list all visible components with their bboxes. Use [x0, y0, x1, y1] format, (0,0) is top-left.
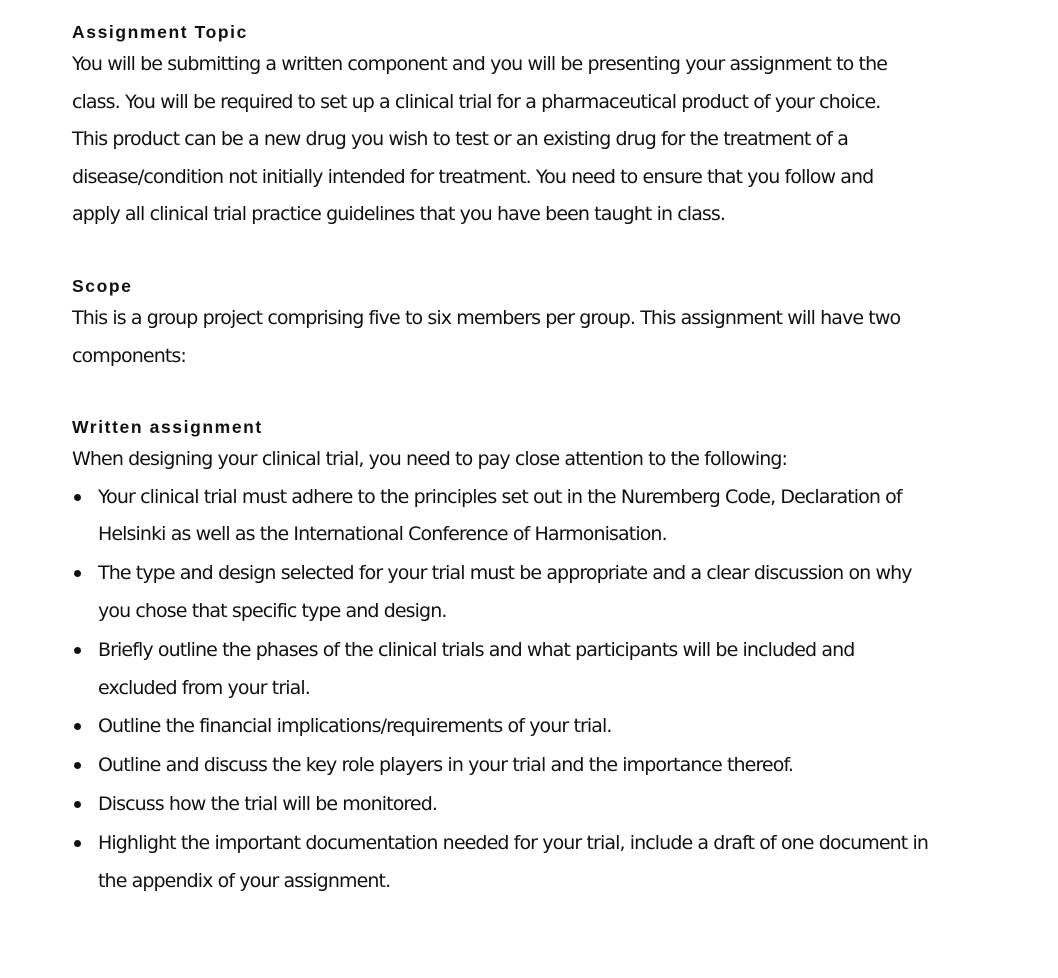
bullet-icon	[74, 493, 81, 501]
list-item-line: excluded from your trial.	[98, 676, 311, 699]
bullet-icon	[74, 801, 81, 809]
paragraph-line: apply all clinical trial practice guidel…	[72, 203, 726, 226]
section-heading: Written assignment	[72, 417, 263, 438]
paragraph-line: class. You will be required to set up a …	[72, 90, 881, 113]
list-item-line: you chose that specific type and design.	[98, 599, 447, 622]
paragraph-line: This is a group project comprising five …	[72, 306, 901, 329]
list-item-line: Outline the financial implications/requi…	[98, 715, 612, 738]
list-item: Highlight the important documentation ne…	[72, 825, 1032, 900]
paragraph-line: When designing your clinical trial, you …	[72, 448, 788, 471]
list-item: The type and design selected for your tr…	[72, 555, 1032, 630]
bullet-icon	[74, 646, 81, 654]
bullet-icon	[74, 840, 81, 848]
bullet-icon	[74, 762, 81, 770]
list-item-line: Discuss how the trial will be monitored.	[98, 793, 438, 816]
paragraph-line: This product can be a new drug you wish …	[72, 128, 849, 151]
paragraph-line: You will be submitting a written compone…	[72, 53, 888, 75]
bullet-icon	[74, 570, 81, 578]
list-item-line: Highlight the important documentation ne…	[98, 832, 929, 855]
list-item-line: Briefly outline the phases of the clinic…	[98, 638, 855, 661]
document-page: Assignment Topic You will be submitting …	[72, 18, 1032, 902]
paragraph-line: disease/condition not initially intended…	[72, 165, 874, 188]
section-heading: Assignment Topic	[72, 22, 248, 42]
section-written-assignment: Written assignment When designing your c…	[72, 413, 1032, 900]
written-intro: When designing your clinical trial, you …	[72, 441, 1032, 479]
list-item-line: The type and design selected for your tr…	[98, 562, 912, 585]
requirements-list: Your clinical trial must adhere to the p…	[72, 479, 1032, 901]
section-heading: Scope	[72, 275, 133, 296]
section-assignment-topic: Assignment Topic You will be submitting …	[72, 18, 1032, 234]
section-scope: Scope This is a group project comprising…	[72, 272, 1032, 375]
list-item: Briefly outline the phases of the clinic…	[72, 632, 1032, 707]
list-item: Your clinical trial must adhere to the p…	[72, 479, 1032, 554]
paragraph-line: components:	[72, 344, 187, 367]
list-item: Outline and discuss the key role players…	[72, 747, 1032, 785]
list-item-line: Helsinki as well as the International Co…	[98, 523, 668, 546]
list-item-line: Your clinical trial must adhere to the p…	[98, 485, 903, 508]
list-item-line: Outline and discuss the key role players…	[98, 754, 794, 777]
list-item: Outline the financial implications/requi…	[72, 708, 1032, 746]
scope-paragraph: This is a group project comprising five …	[72, 300, 1032, 375]
list-item-line: the appendix of your assignment.	[98, 870, 391, 893]
topic-paragraph: You will be submitting a written compone…	[72, 46, 1032, 234]
bullet-icon	[74, 723, 81, 731]
list-item: Discuss how the trial will be monitored.	[72, 786, 1032, 824]
